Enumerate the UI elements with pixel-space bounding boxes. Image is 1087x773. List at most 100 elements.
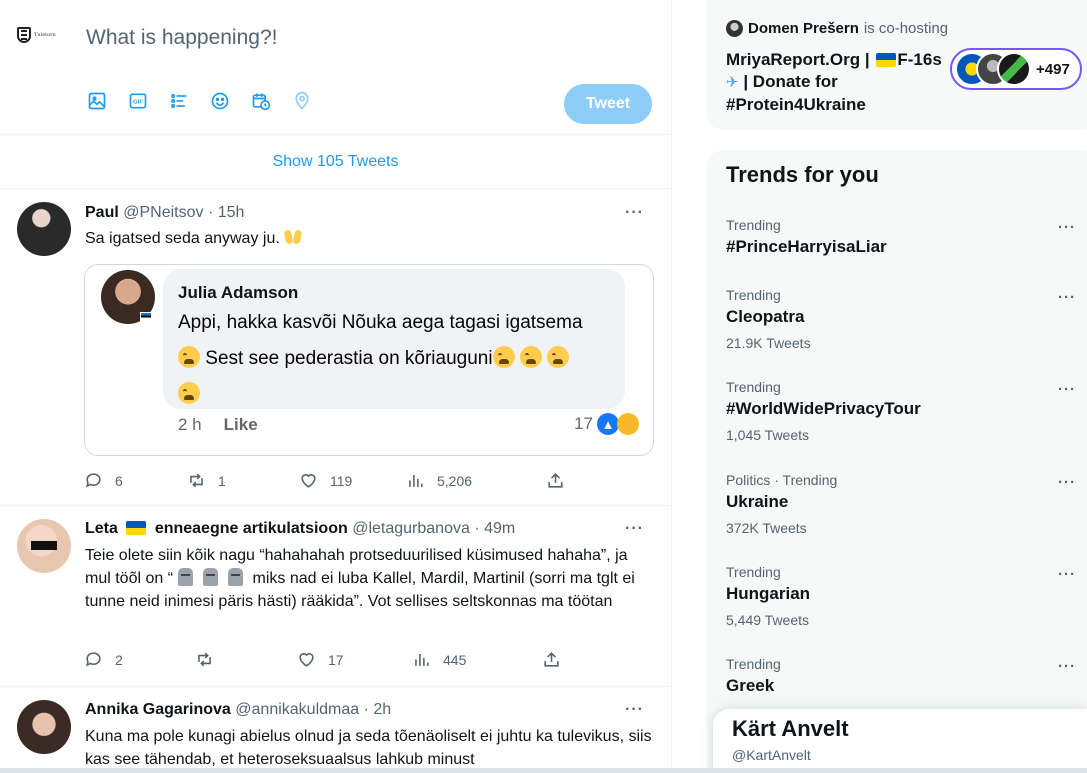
trend-count: 372K Tweets xyxy=(726,520,807,536)
tweet-item[interactable]: Paul @PNeitsov · 15h ··· Sa igatsed seda… xyxy=(0,190,671,506)
reply-icon xyxy=(85,473,101,488)
host-name: Domen Prešern xyxy=(748,20,859,37)
weary-face-emoji-icon xyxy=(519,346,542,368)
location-icon[interactable] xyxy=(291,90,312,111)
tweet-item[interactable]: Annika Gagarinova @annikakuldmaa · 2h ··… xyxy=(0,687,671,773)
more-options-icon[interactable]: ··· xyxy=(1058,289,1076,306)
account-avatar[interactable]: Tuletorn xyxy=(17,17,69,53)
author-handle[interactable]: @annikakuldmaa xyxy=(235,701,359,718)
more-options-icon[interactable]: ··· xyxy=(625,204,644,222)
retweet-icon xyxy=(190,473,203,488)
retweet-action[interactable]: 1 xyxy=(187,471,299,490)
more-options-icon[interactable]: ··· xyxy=(1058,219,1076,236)
more-options-icon[interactable]: ··· xyxy=(1058,381,1076,398)
trend-item[interactable]: Politics · Trending Ukraine 372K Tweets … xyxy=(726,472,1086,536)
tweet-time[interactable]: · 15h xyxy=(208,204,244,221)
profile-name[interactable]: Kärt Anvelt xyxy=(732,716,849,742)
raised-hands-emoji-icon xyxy=(284,228,302,246)
tweet-actions: 6 1 119 5,206 xyxy=(84,471,565,490)
right-sidebar: Domen Prešern is co-hosting MriyaReport.… xyxy=(672,0,1087,773)
reply-action[interactable]: 2 xyxy=(84,650,195,669)
trend-meta: Trending xyxy=(726,379,781,395)
trend-item[interactable]: Trending #WorldWidePrivacyTour 1,045 Twe… xyxy=(726,379,1086,443)
share-action[interactable] xyxy=(546,471,565,490)
author-name[interactable]: Paul xyxy=(85,204,119,221)
image-icon[interactable] xyxy=(86,90,107,111)
more-options-icon[interactable]: ··· xyxy=(1058,474,1076,491)
reply-action[interactable]: 6 xyxy=(84,471,187,490)
trends-heading: Trends for you xyxy=(726,162,879,187)
compose-input[interactable]: What is happening?! xyxy=(86,26,277,50)
retweet-action[interactable] xyxy=(195,650,297,669)
profile-handle[interactable]: @KartAnvelt xyxy=(732,747,811,763)
schedule-icon[interactable] xyxy=(250,90,271,111)
tweet-actions: 2 17 445 xyxy=(84,650,561,669)
tweet-time[interactable]: · 49m xyxy=(474,520,515,537)
share-icon xyxy=(548,473,563,488)
host-suffix: is co-hosting xyxy=(863,20,949,37)
space-listeners[interactable]: +497 xyxy=(950,48,1082,90)
trend-meta: Politics · Trending xyxy=(726,472,838,488)
trend-item[interactable]: Trending Greek ··· xyxy=(726,656,1086,696)
crest-logo-icon xyxy=(17,27,31,43)
comment-like-label: Like xyxy=(223,415,258,434)
estonian-flag-icon xyxy=(140,312,152,321)
more-options-icon[interactable]: ··· xyxy=(625,520,644,538)
profile-hover-card[interactable]: Kärt Anvelt @KartAnvelt xyxy=(713,709,1087,773)
trend-item[interactable]: Trending Cleopatra 21.9K Tweets ··· xyxy=(726,287,1086,351)
avatar-logo-text: Tuletorn xyxy=(34,32,56,38)
trend-item[interactable]: Trending #PrinceHarryisaLiar ··· xyxy=(726,217,1086,257)
censor-bar xyxy=(31,541,57,550)
poll-icon[interactable] xyxy=(168,90,189,111)
ukraine-flag-icon xyxy=(876,53,897,67)
tweet-item[interactable]: Leta enneaegne artikulatsioon @letagurba… xyxy=(0,506,671,687)
heart-icon xyxy=(301,474,316,488)
more-options-icon[interactable]: ··· xyxy=(1058,566,1076,583)
author-name-suffix[interactable]: enneaegne artikulatsioon xyxy=(155,520,348,537)
reply-count: 2 xyxy=(115,651,123,668)
like-action[interactable]: 119 xyxy=(299,471,406,490)
space-host-line: Domen Prešern is co-hosting xyxy=(726,20,948,37)
tweet-button[interactable]: Tweet xyxy=(564,84,652,124)
space-title-part-3: | Donate for #Protein4Ukraine xyxy=(726,72,866,114)
more-options-icon[interactable]: ··· xyxy=(625,701,644,719)
avatar[interactable] xyxy=(17,202,71,256)
tweet-time[interactable]: · 2h xyxy=(364,701,392,718)
emoji-icon[interactable] xyxy=(209,90,230,111)
trend-name: Cleopatra xyxy=(726,307,805,326)
avatar[interactable] xyxy=(17,519,71,573)
comment-line-1: Appi, hakka kasvõi Nõuka aega tagasi iga… xyxy=(178,312,583,333)
retweet-count: 1 xyxy=(218,472,226,489)
trend-meta: Trending xyxy=(726,564,781,580)
live-space-card[interactable]: Domen Prešern is co-hosting MriyaReport.… xyxy=(707,0,1087,130)
views-action[interactable]: 445 xyxy=(412,650,542,669)
tweet-text: Kuna ma pole kunagi abielus olnud ja sed… xyxy=(85,728,652,768)
share-action[interactable] xyxy=(542,650,561,669)
author-handle[interactable]: @letagurbanova xyxy=(352,520,470,537)
comment-line-2: Sest see pederastia on kõriauguni xyxy=(205,348,493,369)
show-new-tweets-link[interactable]: Show 105 Tweets xyxy=(0,135,671,189)
trend-name: #WorldWidePrivacyTour xyxy=(726,399,921,418)
more-options-icon[interactable]: ··· xyxy=(1058,658,1076,675)
views-count: 5,206 xyxy=(437,472,473,489)
like-count: 17 xyxy=(328,651,344,668)
views-action[interactable]: 5,206 xyxy=(406,471,546,490)
author-name[interactable]: Leta xyxy=(85,520,118,537)
trend-item[interactable]: Trending Hungarian 5,449 Tweets ··· xyxy=(726,564,1086,628)
airplane-emoji-icon: ✈ xyxy=(726,74,739,91)
trend-meta: Trending xyxy=(726,217,781,233)
like-action[interactable]: 17 xyxy=(297,650,412,669)
tweet-header: Paul @PNeitsov · 15h xyxy=(85,204,244,222)
quoted-screenshot-card[interactable]: Julia Adamson Appi, hakka kasvõi Nõuka a… xyxy=(84,264,654,456)
avatar[interactable] xyxy=(17,700,71,754)
author-name[interactable]: Annika Gagarinova xyxy=(85,701,231,718)
trend-name: Ukraine xyxy=(726,492,789,511)
trend-count: 21.9K Tweets xyxy=(726,335,811,351)
commenter-name: Julia Adamson xyxy=(178,283,299,302)
tweet-text: Sa igatsed seda anyway ju. xyxy=(85,227,655,250)
author-handle[interactable]: @PNeitsov xyxy=(123,204,203,221)
trend-name: Hungarian xyxy=(726,584,811,603)
trend-meta: Trending xyxy=(726,287,781,303)
gif-icon[interactable]: GIF xyxy=(127,90,148,111)
tweet-text-content: Sa igatsed seda anyway ju. xyxy=(85,230,280,247)
